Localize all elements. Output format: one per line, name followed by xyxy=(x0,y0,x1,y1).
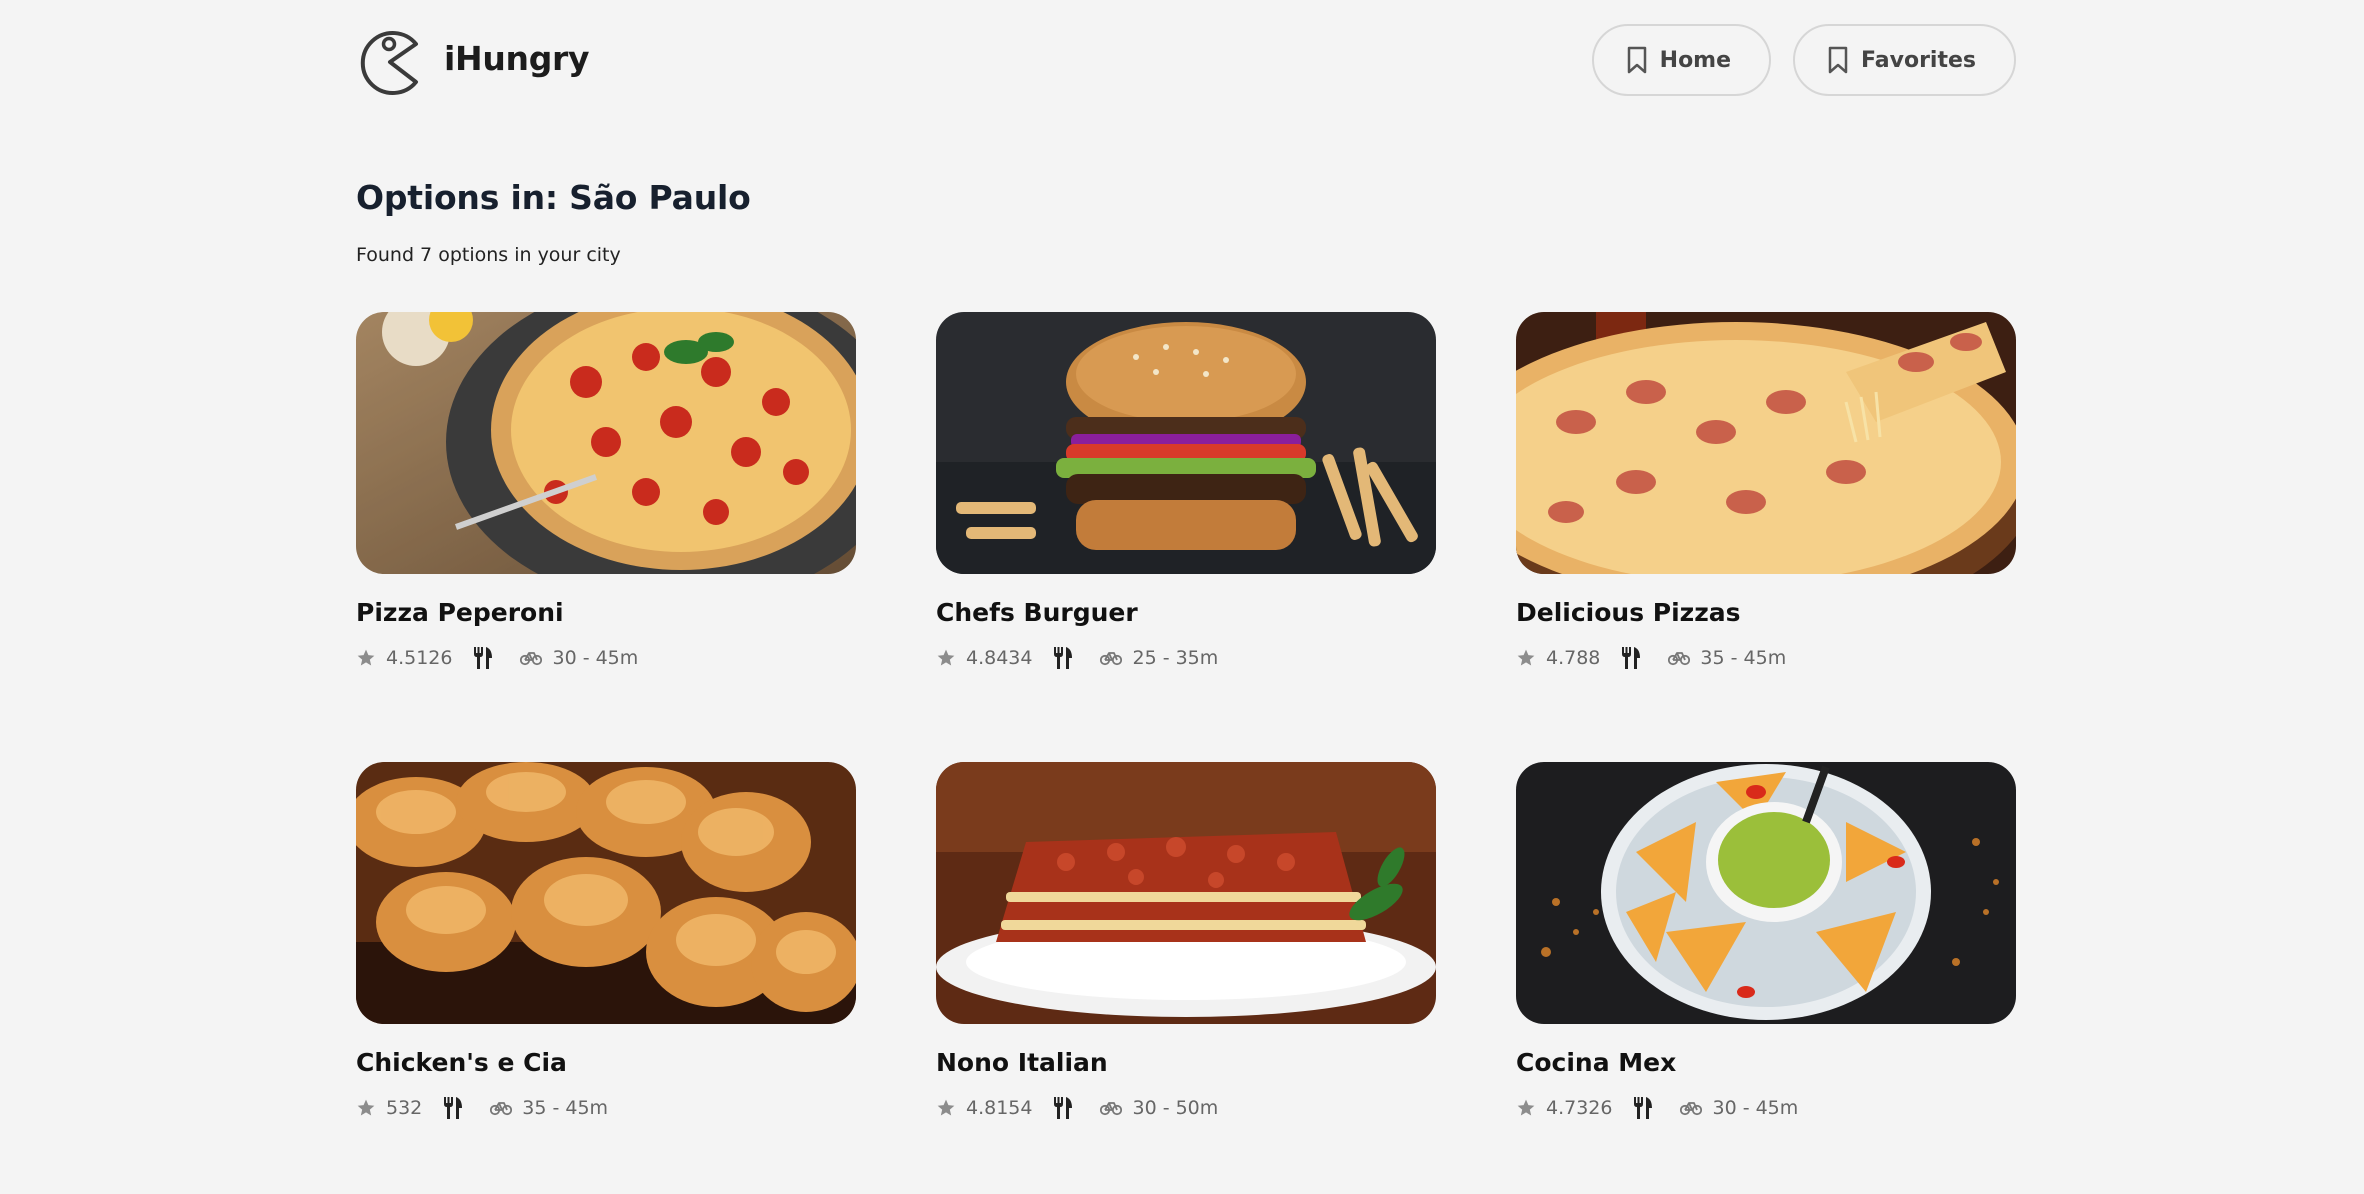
home-button-label: Home xyxy=(1659,47,1732,73)
page: iHungry Home Favorites Options in: São P… xyxy=(0,0,2364,1194)
lasagna-photo xyxy=(936,762,1436,1024)
delivery-time: 30 - 50m xyxy=(1132,1097,1219,1119)
fried-chicken-photo xyxy=(356,762,856,1024)
restaurant-card[interactable]: Chicken's e Cia 532 35 - 45m xyxy=(356,762,856,1121)
restaurant-meta: 4.7326 30 - 45m xyxy=(1516,1095,2016,1121)
rating-value: 532 xyxy=(386,1097,423,1119)
delivery-time: 30 - 45m xyxy=(1712,1097,1799,1119)
restaurant-name: Cocina Mex xyxy=(1516,1048,1677,1077)
nachos-guacamole-photo xyxy=(1516,762,2016,1024)
rating-value: 4.8154 xyxy=(966,1097,1033,1119)
delivery-time: 25 - 35m xyxy=(1132,647,1219,669)
restaurant-meta: 532 35 - 45m xyxy=(356,1095,856,1121)
favorites-button-label: Favorites xyxy=(1861,47,1976,73)
restaurant-meta: 4.8434 25 - 35m xyxy=(936,645,1436,671)
star-icon xyxy=(1516,648,1536,668)
rating-value: 4.8434 xyxy=(966,647,1033,669)
star-icon xyxy=(1516,1098,1536,1118)
delivery-time: 35 - 45m xyxy=(1700,647,1787,669)
cheese-pull-pizza-photo xyxy=(1516,312,2016,574)
header: iHungry Home Favorites xyxy=(356,22,2016,100)
home-button[interactable]: Home xyxy=(1591,24,1772,96)
cutlery-icon xyxy=(1620,646,1642,670)
star-icon xyxy=(356,1098,376,1118)
bicycle-icon xyxy=(520,650,543,666)
cutlery-icon xyxy=(1052,1096,1074,1120)
restaurant-card[interactable]: Cocina Mex 4.7326 30 - 45m xyxy=(1516,762,2016,1121)
results-count: Found 7 options in your city xyxy=(356,244,621,266)
cutlery-icon xyxy=(1052,646,1074,670)
restaurant-meta: 4.8154 30 - 50m xyxy=(936,1095,1436,1121)
star-icon xyxy=(936,648,956,668)
favorites-button[interactable]: Favorites xyxy=(1793,24,2016,96)
restaurant-name: Nono Italian xyxy=(936,1048,1108,1077)
burger-photo xyxy=(936,312,1436,574)
bicycle-icon xyxy=(1100,1100,1123,1116)
restaurant-meta: 4.5126 30 - 45m xyxy=(356,645,856,671)
restaurant-name: Delicious Pizzas xyxy=(1516,598,1741,627)
pacman-logo-icon[interactable] xyxy=(356,22,424,100)
restaurant-card[interactable]: Nono Italian 4.8154 30 - 50m xyxy=(936,762,1436,1121)
top-nav: Home Favorites xyxy=(1591,24,2016,96)
brand-name[interactable]: iHungry xyxy=(444,39,590,78)
cutlery-icon xyxy=(472,646,494,670)
restaurant-name: Chicken's e Cia xyxy=(356,1048,567,1077)
bicycle-icon xyxy=(1668,650,1691,666)
restaurant-card[interactable]: Delicious Pizzas 4.788 35 - 45m xyxy=(1516,312,2016,671)
pepperoni-pizza-photo xyxy=(356,312,856,574)
rating-value: 4.5126 xyxy=(386,647,453,669)
restaurant-meta: 4.788 35 - 45m xyxy=(1516,645,2016,671)
restaurant-name: Pizza Peperoni xyxy=(356,598,564,627)
bookmark-icon xyxy=(1626,46,1648,74)
bookmark-icon xyxy=(1827,46,1849,74)
star-icon xyxy=(356,648,376,668)
bicycle-icon xyxy=(490,1100,513,1116)
restaurant-card[interactable]: Pizza Peperoni 4.5126 30 - 45m xyxy=(356,312,856,671)
cutlery-icon xyxy=(442,1096,464,1120)
restaurant-card[interactable]: Chefs Burguer 4.8434 25 - 35m xyxy=(936,312,1436,671)
star-icon xyxy=(936,1098,956,1118)
delivery-time: 35 - 45m xyxy=(522,1097,609,1119)
bicycle-icon xyxy=(1100,650,1123,666)
bicycle-icon xyxy=(1680,1100,1703,1116)
rating-value: 4.788 xyxy=(1546,647,1601,669)
restaurant-name: Chefs Burguer xyxy=(936,598,1138,627)
delivery-time: 30 - 45m xyxy=(552,647,639,669)
cutlery-icon xyxy=(1632,1096,1654,1120)
page-title: Options in: São Paulo xyxy=(356,178,751,217)
rating-value: 4.7326 xyxy=(1546,1097,1613,1119)
